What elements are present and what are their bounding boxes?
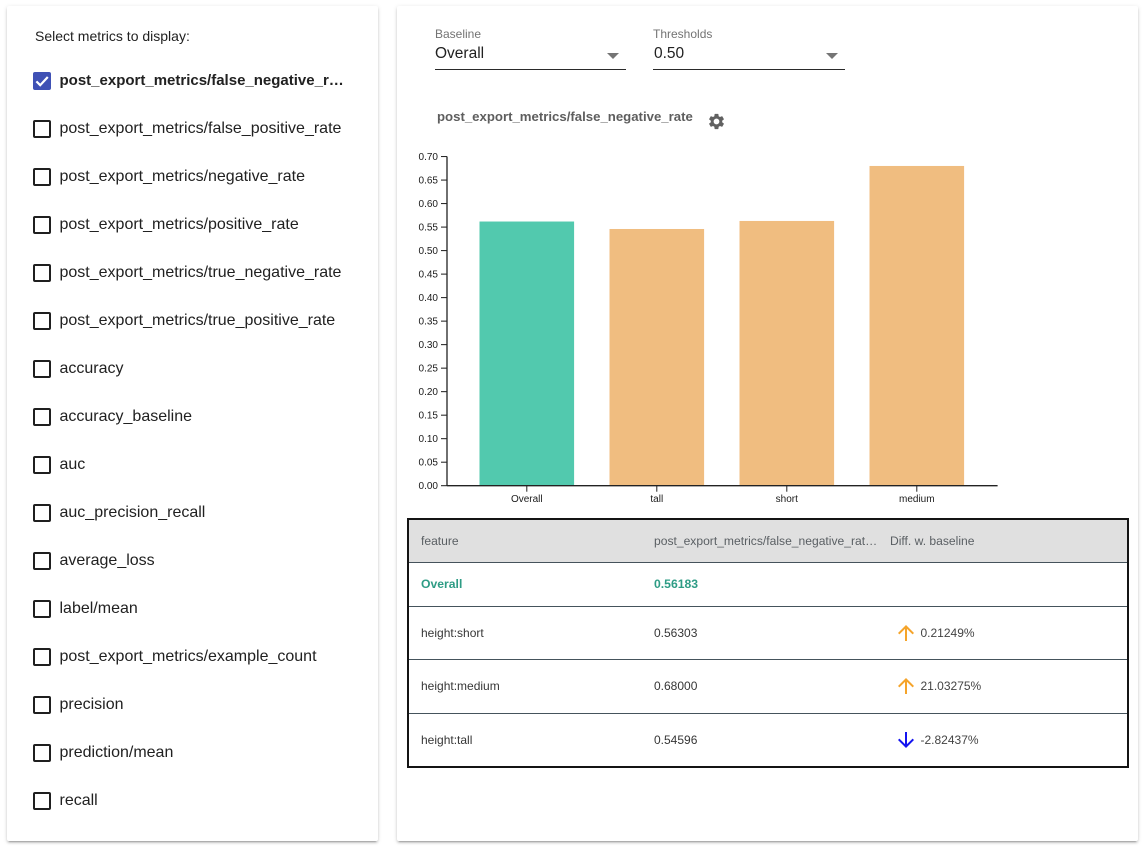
svg-text:medium: medium [899, 494, 935, 505]
svg-text:0.30: 0.30 [419, 340, 439, 351]
svg-text:0.60: 0.60 [419, 199, 439, 210]
svg-text:Overall: Overall [511, 494, 543, 505]
svg-text:0.00: 0.00 [419, 481, 439, 492]
svg-text:0.25: 0.25 [419, 363, 439, 374]
svg-text:0.70: 0.70 [419, 152, 439, 163]
svg-text:0.40: 0.40 [419, 293, 439, 304]
svg-text:0.45: 0.45 [419, 269, 439, 280]
svg-text:0.05: 0.05 [419, 457, 439, 468]
svg-text:0.35: 0.35 [419, 316, 439, 327]
svg-text:0.15: 0.15 [419, 410, 439, 421]
svg-text:0.10: 0.10 [419, 434, 439, 445]
svg-text:0.55: 0.55 [419, 222, 439, 233]
svg-text:0.50: 0.50 [419, 246, 439, 257]
svg-text:short: short [776, 494, 798, 505]
svg-text:0.20: 0.20 [419, 387, 439, 398]
svg-text:tall: tall [650, 494, 663, 505]
svg-text:0.65: 0.65 [419, 175, 439, 186]
